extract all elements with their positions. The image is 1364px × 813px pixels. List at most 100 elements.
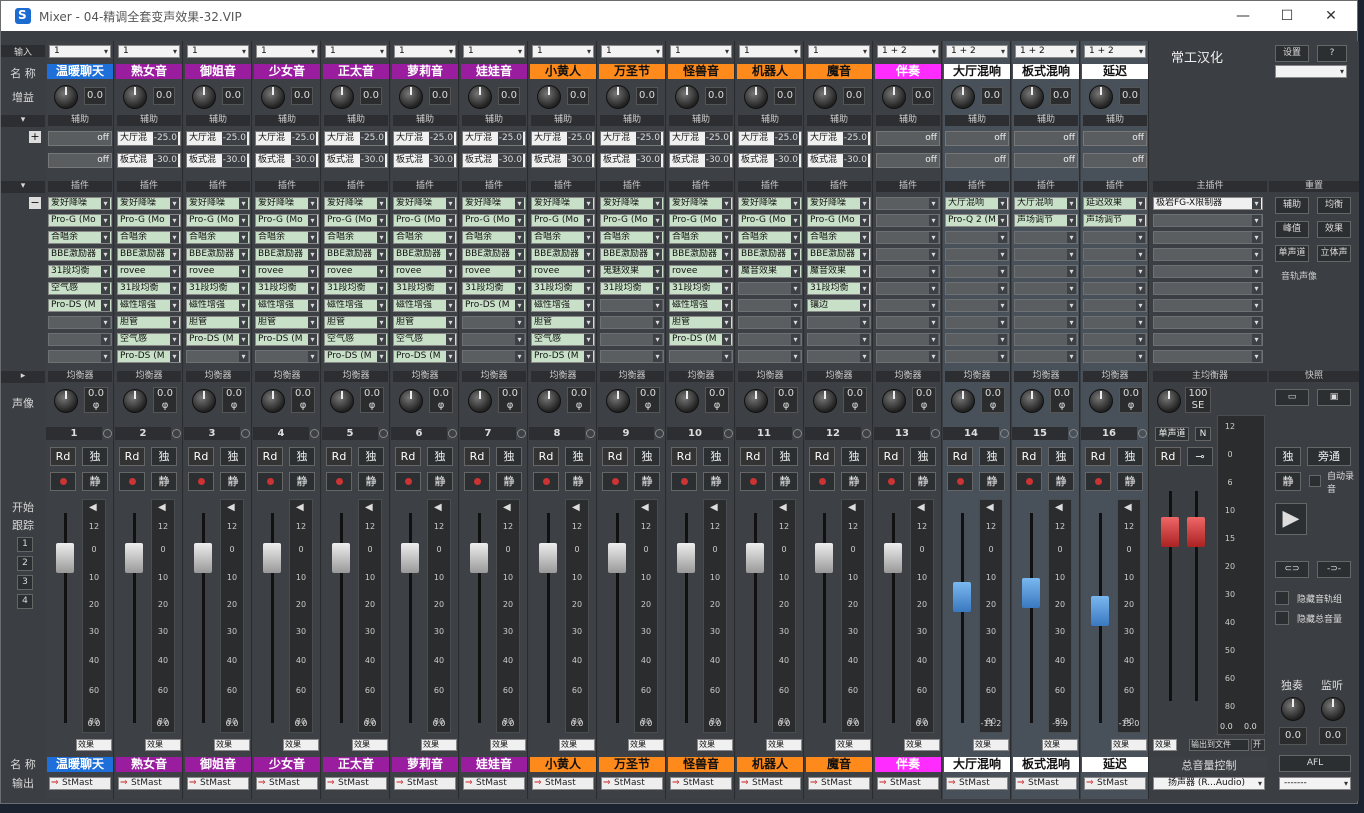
plugin-slot[interactable]: 爱好降噪 [669, 197, 733, 210]
plugin-slot[interactable] [945, 299, 1009, 312]
plugin-slot[interactable]: rovee [669, 265, 733, 278]
input-select[interactable]: 1 [187, 45, 249, 58]
mute-button[interactable]: 静 [703, 472, 729, 491]
volume-fader[interactable] [677, 543, 695, 573]
fx-button[interactable]: 效果 [904, 739, 940, 751]
plugin-slot[interactable]: rovee [186, 265, 250, 278]
plugin-slot[interactable] [738, 333, 802, 346]
plugin-slot[interactable] [1014, 231, 1078, 244]
pan-value[interactable]: 0.0 φ [981, 387, 1005, 413]
plugin-slot[interactable]: 胆管 [324, 316, 388, 329]
gain-knob[interactable] [192, 85, 216, 109]
collapse-plugin-button[interactable]: − [29, 197, 41, 209]
aux-send-2[interactable]: off [48, 153, 112, 168]
pan-value[interactable]: 0.0 φ [636, 387, 660, 413]
master-plugin-slot-empty[interactable] [1153, 350, 1263, 363]
channel-name[interactable]: 板式混响 [1013, 64, 1079, 79]
channel-name[interactable]: 小黄人 [530, 64, 596, 79]
pan-knob[interactable] [1020, 389, 1044, 413]
plugin-slot[interactable]: rovee [324, 265, 388, 278]
aux-send-1[interactable]: 大厅混 -25.0 [738, 131, 802, 146]
input-select[interactable]: 1 [532, 45, 594, 58]
snapshot-open-button[interactable]: ▭ [1275, 389, 1309, 406]
preset-select[interactable] [1275, 65, 1347, 78]
pan-knob[interactable] [330, 389, 354, 413]
group-button-4[interactable]: 4 [17, 594, 33, 609]
pan-value[interactable]: 0.0 φ [153, 387, 177, 413]
channel-settings-icon[interactable] [448, 429, 457, 438]
afl-button[interactable]: AFL [1279, 755, 1351, 772]
rd-button[interactable]: Rd [119, 447, 145, 466]
channel-name-bottom[interactable]: 万圣节 [599, 757, 665, 772]
aux-send-2[interactable]: 板式混 -30.0 [393, 153, 457, 168]
plugin-slot[interactable] [462, 350, 526, 363]
plugin-slot[interactable] [876, 214, 940, 227]
channel-name-bottom[interactable]: 少女音 [254, 757, 320, 772]
plugin-slot[interactable]: 胆管 [117, 316, 181, 329]
input-select[interactable]: 1 [325, 45, 387, 58]
plugin-slot[interactable]: 合唱余 [393, 231, 457, 244]
channel-name-bottom[interactable]: 怪兽音 [668, 757, 734, 772]
output-select[interactable]: StMast [670, 777, 732, 790]
pan-knob[interactable] [813, 389, 837, 413]
plugin-slot[interactable]: BBE激励器 [462, 248, 526, 261]
aux-send-1[interactable]: 大厅混 -25.0 [669, 131, 733, 146]
plugin-slot[interactable] [876, 282, 940, 295]
output-select[interactable]: StMast [532, 777, 594, 790]
channel-settings-icon[interactable] [172, 429, 181, 438]
plugin-slot[interactable]: 空气感 [531, 333, 595, 346]
plugin-slot[interactable] [876, 316, 940, 329]
volume-fader[interactable] [470, 543, 488, 573]
record-arm-button[interactable] [119, 472, 145, 491]
plugin-slot[interactable]: 磁性增强 [393, 299, 457, 312]
plugin-slot[interactable] [1014, 248, 1078, 261]
solo-button[interactable]: 独 [772, 447, 798, 466]
channel-settings-icon[interactable] [1069, 429, 1078, 438]
volume-fader[interactable] [608, 543, 626, 573]
volume-fader[interactable] [56, 543, 74, 573]
plugin-slot[interactable]: 合唱余 [117, 231, 181, 244]
gain-knob[interactable] [330, 85, 354, 109]
plugin-slot[interactable]: 合唱余 [324, 231, 388, 244]
master-plugin-slot-empty[interactable] [1153, 282, 1263, 295]
gain-knob[interactable] [468, 85, 492, 109]
plugin-slot[interactable]: Pro-DS (M [669, 333, 733, 346]
input-select[interactable]: 1 + 2 [1015, 45, 1077, 58]
plugin-slot[interactable]: 合唱余 [462, 231, 526, 244]
plugin-slot[interactable]: 31段均衡 [117, 282, 181, 295]
plugin-slot[interactable]: 镶边 [807, 299, 871, 312]
plugin-slot[interactable] [1083, 299, 1147, 312]
pan-value[interactable]: 0.0 φ [498, 387, 522, 413]
pan-knob[interactable] [468, 389, 492, 413]
channel-settings-icon[interactable] [586, 429, 595, 438]
channel-settings-icon[interactable] [793, 429, 802, 438]
plugin-slot[interactable]: 魔音效果 [738, 265, 802, 278]
channel-name[interactable]: 魔音 [806, 64, 872, 79]
volume-fader[interactable] [539, 543, 557, 573]
input-select[interactable]: 1 [49, 45, 111, 58]
master-pan-knob[interactable] [1157, 389, 1181, 413]
plugin-slot[interactable]: 魔音效果 [807, 265, 871, 278]
plugin-slot[interactable]: Pro-G (Mo [738, 214, 802, 227]
plugin-slot[interactable] [945, 231, 1009, 244]
minimize-button[interactable]: — [1223, 5, 1263, 27]
plugin-slot[interactable] [48, 333, 112, 346]
rd-button[interactable]: Rd [602, 447, 628, 466]
aux-send-2[interactable]: 板式混 -30.0 [807, 153, 871, 168]
plugin-slot[interactable]: 胆管 [393, 316, 457, 329]
group-button-2[interactable]: 2 [17, 556, 33, 571]
solo-button[interactable]: 独 [289, 447, 315, 466]
pan-value[interactable]: 0.0 φ [291, 387, 315, 413]
plugin-slot[interactable]: 31段均衡 [531, 282, 595, 295]
plugin-slot[interactable]: BBE激励器 [669, 248, 733, 261]
master-fader-right[interactable] [1187, 517, 1205, 547]
channel-name[interactable]: 熟女音 [116, 64, 182, 79]
pan-knob[interactable] [192, 389, 216, 413]
fx-button[interactable]: 效果 [766, 739, 802, 751]
fx-button[interactable]: 效果 [973, 739, 1009, 751]
group-button-3[interactable]: 3 [17, 575, 33, 590]
input-select[interactable]: 1 [256, 45, 318, 58]
aux-send-1[interactable]: 大厅混 -25.0 [807, 131, 871, 146]
channel-name[interactable]: 少女音 [254, 64, 320, 79]
pan-value[interactable]: 0.0 φ [222, 387, 246, 413]
